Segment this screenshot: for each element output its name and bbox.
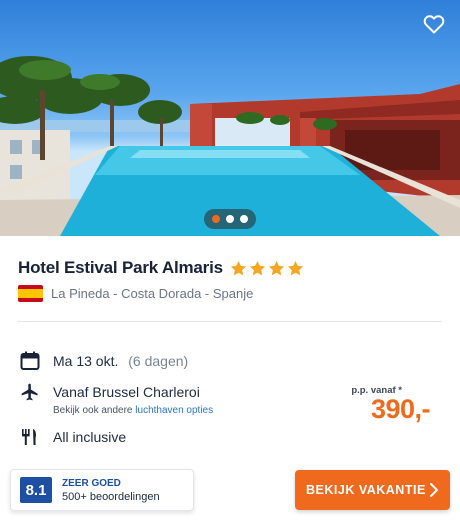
hotel-location: La Pineda - Costa Dorada - Spanje (51, 286, 254, 301)
calendar-icon (18, 349, 42, 373)
star-icon (249, 260, 265, 275)
duration-value: (6 dagen) (128, 353, 189, 369)
star-rating (229, 259, 305, 278)
location-row: La Pineda - Costa Dorada - Spanje (18, 285, 253, 302)
airport-options: Bekijk ook andere luchthaven opties (53, 405, 213, 416)
review-rating-card[interactable]: 8.1 ZEER GOED 500+ beoordelingen (10, 469, 194, 511)
hotel-photo[interactable] (0, 0, 460, 236)
gallery-dot-2[interactable] (226, 215, 234, 223)
board-row: All inclusive (18, 425, 126, 449)
gallery-dot-1[interactable] (212, 215, 220, 223)
star-icon (268, 260, 284, 275)
date-value: Ma 13 okt. (53, 353, 119, 369)
airport-options-link[interactable]: luchthaven opties (135, 405, 213, 416)
star-icon (287, 260, 303, 275)
divider (18, 321, 442, 322)
cutlery-icon (18, 425, 42, 449)
hotel-title-row: Hotel Estival Park Almaris (18, 258, 305, 278)
airport-hint: Bekijk ook andere (53, 405, 133, 416)
star-icon (230, 260, 246, 275)
chevron-right-icon (430, 483, 438, 497)
view-holiday-label: BEKIJK VAKANTIE (306, 483, 426, 497)
spain-flag-icon (18, 285, 43, 302)
pool-scene-image (0, 56, 460, 236)
view-holiday-button[interactable]: BEKIJK VAKANTIE (295, 470, 450, 510)
board-type: All inclusive (53, 429, 127, 445)
heart-icon[interactable] (422, 12, 446, 36)
review-count: 500+ beoordelingen (62, 490, 160, 503)
review-info: ZEER GOED 500+ beoordelingen (62, 478, 160, 503)
review-score: 8.1 (20, 477, 52, 503)
gallery-dot-3[interactable] (240, 215, 248, 223)
plane-icon (18, 380, 42, 404)
gallery-pager (204, 209, 256, 229)
departure-airport: Vanaf Brussel Charleroi (53, 384, 200, 400)
hotel-name[interactable]: Hotel Estival Park Almaris (18, 258, 223, 278)
price-amount: 390,- (370, 394, 431, 424)
travel-date: Ma 13 okt. (6 dagen) (53, 353, 188, 369)
flight-row: Vanaf Brussel Charleroi (18, 380, 200, 404)
review-level: ZEER GOED (62, 477, 121, 489)
date-row: Ma 13 okt. (6 dagen) (18, 349, 188, 373)
